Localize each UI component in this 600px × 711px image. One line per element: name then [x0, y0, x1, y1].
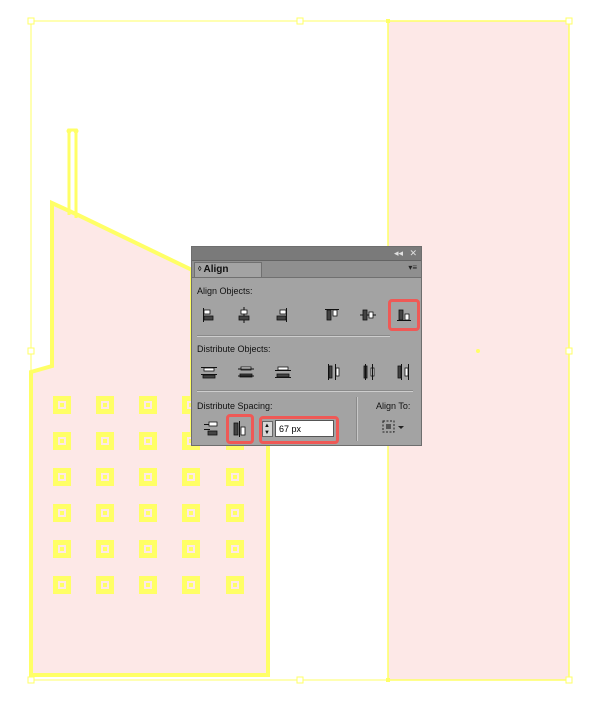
window-center: [233, 475, 237, 479]
distribute-bottom-icon: [275, 366, 291, 378]
distribute-right-icon: [397, 364, 409, 380]
align-to-label: Align To:: [376, 401, 411, 411]
window-center: [233, 511, 237, 515]
window-center: [103, 403, 107, 407]
align-top-icon: [325, 309, 339, 321]
window-center: [60, 511, 64, 515]
distribute-left-icon: [328, 364, 340, 380]
window-center: [189, 475, 193, 479]
horizontal-distribute-space-highlight: [226, 414, 254, 444]
align-vertical-center-icon: [360, 309, 376, 321]
distribute-bottom-button[interactable]: [273, 362, 293, 382]
tab-align-label: Align: [203, 264, 229, 275]
align-bottom-highlight: [388, 299, 420, 331]
align-to-selection-dropdown[interactable]: [381, 417, 407, 437]
window-center: [103, 475, 107, 479]
window-center: [189, 547, 193, 551]
window-center: [60, 583, 64, 587]
window-center: [103, 511, 107, 515]
align-objects-label: Align Objects:: [197, 286, 253, 296]
align-top-button[interactable]: [322, 305, 342, 325]
window-center: [146, 511, 150, 515]
window-center: [189, 511, 193, 515]
window-center: [60, 475, 64, 479]
section-divider: [197, 390, 413, 392]
vertical-divider: [356, 397, 358, 441]
collapse-icon[interactable]: ◂◂: [394, 247, 403, 260]
align-right-button[interactable]: [271, 305, 291, 325]
panel-menu-icon[interactable]: ▾≡: [408, 263, 417, 272]
window-center: [146, 439, 150, 443]
window-center: [103, 583, 107, 587]
align-horizontal-center-button[interactable]: [234, 305, 254, 325]
distribute-vertical-center-icon: [238, 366, 254, 378]
distribute-objects-label: Distribute Objects:: [197, 344, 271, 354]
window-center: [233, 547, 237, 551]
tab-align[interactable]: ◊ Align: [194, 262, 262, 277]
spacing-input-highlight: [259, 416, 339, 444]
window-center: [233, 583, 237, 587]
distribute-vertical-center-button[interactable]: [236, 362, 256, 382]
distribute-spacing-label: Distribute Spacing:: [197, 401, 273, 411]
window-center: [146, 547, 150, 551]
distribute-top-button[interactable]: [199, 362, 219, 382]
align-panel: ◂◂ ✕ ◊ Align ▾≡ Align Objects: Distribute…: [191, 246, 422, 446]
distribute-horizontal-center-button[interactable]: [359, 362, 379, 382]
align-to-selection-icon: [382, 420, 404, 433]
section-divider: [197, 335, 390, 337]
align-vertical-center-button[interactable]: [358, 305, 378, 325]
distribute-horizontal-center-icon: [363, 364, 375, 380]
window-center: [189, 583, 193, 587]
panel-tab-row: ◊ Align ▾≡: [192, 261, 421, 278]
align-right-icon: [276, 308, 287, 322]
align-left-icon: [203, 308, 214, 322]
align-left-button[interactable]: [199, 305, 219, 325]
vertical-distribute-space-icon: [204, 421, 218, 436]
panel-title-bar[interactable]: ◂◂ ✕: [192, 247, 421, 261]
window-center: [60, 547, 64, 551]
antenna-shape[interactable]: [67, 128, 78, 218]
window-center: [103, 547, 107, 551]
distribute-right-button[interactable]: [394, 362, 414, 382]
window-center: [146, 403, 150, 407]
window-center: [60, 439, 64, 443]
align-horizontal-center-icon: [238, 307, 250, 323]
window-center: [60, 403, 64, 407]
vertical-distribute-space-button[interactable]: [200, 419, 220, 439]
distribute-top-icon: [201, 367, 217, 379]
window-center: [146, 583, 150, 587]
tab-arrows-icon: ◊: [198, 266, 202, 273]
window-center: [146, 475, 150, 479]
window-center: [103, 439, 107, 443]
distribute-left-button[interactable]: [323, 362, 343, 382]
close-icon[interactable]: ✕: [409, 247, 417, 260]
